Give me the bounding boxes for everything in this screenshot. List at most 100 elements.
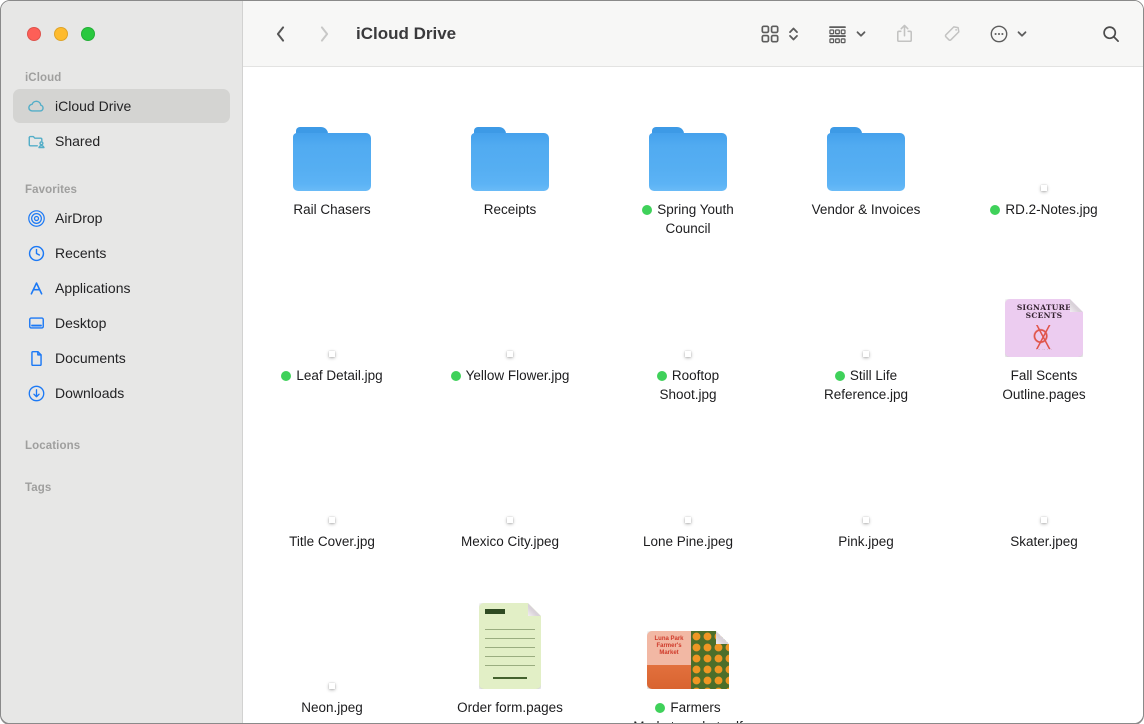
sidebar-item-label: Recents: [55, 245, 106, 261]
cloud-icon: [26, 96, 46, 116]
forward-button[interactable]: [311, 19, 337, 49]
file-thumbnail: [329, 259, 335, 357]
toolbar: iCloud Drive: [243, 1, 1143, 67]
sidebar-item-label: Desktop: [55, 315, 106, 331]
oranges-photo: [691, 631, 729, 689]
photo-frame: [1041, 517, 1047, 523]
file-item-leaf-detail-jpg[interactable]: Leaf Detail.jpg: [243, 259, 421, 425]
sidebar-section-header: Tags: [25, 482, 242, 494]
blue-folder-icon: [649, 127, 727, 191]
group-icon: [827, 24, 848, 44]
thumbnail-fineprint: ··· ·· ···: [1005, 348, 1083, 352]
view-options-button[interactable]: [760, 24, 800, 44]
folder-icon: [471, 93, 549, 191]
blue-folder-icon: [471, 127, 549, 191]
document-icon: [26, 348, 46, 368]
pdf-document-thumbnail: Luna Park Farmer's Market: [647, 631, 729, 689]
file-item-still-life-reference-jpg[interactable]: Still Life Reference.jpg: [777, 259, 955, 425]
blue-folder-icon: [827, 127, 905, 191]
file-item-fall-scents-outline-pages[interactable]: SIGNATURE SCENTS ··· ·· ··· Fall Scents Ou…: [955, 259, 1133, 425]
file-thumbnail: [329, 591, 335, 689]
traffic-lights: [1, 1, 242, 41]
file-label: Rail Chasers: [293, 200, 370, 219]
sync-status-dot: [451, 371, 461, 381]
file-label: Fall Scents Outline.pages: [984, 366, 1104, 404]
file-item-title-cover-jpg[interactable]: Title Cover.jpg: [243, 425, 421, 591]
file-label: Skater.jpeg: [1010, 532, 1078, 551]
file-item-lone-pine-jpeg[interactable]: Lone Pine.jpeg: [599, 425, 777, 591]
file-item-farmers-market-acket-pdf[interactable]: Luna Park Farmer's Market Farmers Market……: [599, 591, 777, 724]
sidebar-item-shared[interactable]: Shared: [13, 124, 230, 158]
file-item-skater-jpeg[interactable]: Skater.jpeg: [955, 425, 1133, 591]
window-title: iCloud Drive: [356, 24, 456, 44]
file-item-pink-jpeg[interactable]: Pink.jpeg: [777, 425, 955, 591]
airdrop-icon: [26, 208, 46, 228]
file-label: Spring Youth Council: [628, 200, 748, 238]
sidebar-item-label: iCloud Drive: [55, 98, 131, 114]
photo-frame: [507, 351, 513, 357]
file-label: Pink.jpeg: [838, 532, 894, 551]
file-thumbnail: [1041, 425, 1047, 523]
sidebar-item-downloads[interactable]: Downloads: [13, 376, 230, 410]
thumbnail-text: Luna Park Farmer's Market: [650, 636, 688, 657]
blue-folder-icon: [293, 127, 371, 191]
file-thumbnail: [479, 591, 541, 689]
file-label: Vendor & Invoices: [812, 200, 921, 219]
file-thumbnail: [863, 425, 869, 523]
file-item-yellow-flower-jpg[interactable]: Yellow Flower.jpg: [421, 259, 599, 425]
file-item-neon-jpeg[interactable]: Neon.jpeg: [243, 591, 421, 724]
tags-button[interactable]: [942, 24, 962, 44]
clock-icon: [26, 243, 46, 263]
search-icon: [1101, 24, 1121, 44]
thumbnail-text: SIGNATURE SCENTS: [1005, 304, 1083, 320]
applications-icon: [26, 278, 46, 298]
photo-frame: [685, 517, 691, 523]
sidebar: iCloudiCloud DriveSharedFavoritesAirDrop…: [1, 1, 243, 723]
file-label: Farmers Market…acket.pdf: [628, 698, 748, 724]
file-item-spring-youth-council[interactable]: Spring Youth Council: [599, 93, 777, 259]
sync-status-dot: [835, 371, 845, 381]
group-by-button[interactable]: [827, 24, 867, 44]
file-label: Yellow Flower.jpg: [451, 366, 570, 385]
back-button[interactable]: [267, 19, 293, 49]
photo-frame: [863, 517, 869, 523]
shared-folder-icon: [26, 131, 46, 151]
photo-frame: [685, 351, 691, 357]
file-item-order-form-pages[interactable]: Order form.pages: [421, 591, 599, 724]
minimize-button[interactable]: [54, 27, 68, 41]
file-item-receipts[interactable]: Receipts: [421, 93, 599, 259]
file-item-rail-chasers[interactable]: Rail Chasers: [243, 93, 421, 259]
search-button[interactable]: [1101, 24, 1121, 44]
sidebar-item-airdrop[interactable]: AirDrop: [13, 201, 230, 235]
chevron-down-icon: [855, 28, 867, 40]
desktop-icon: [26, 313, 46, 333]
sidebar-section-header: Locations: [25, 440, 242, 452]
file-thumbnail: [507, 259, 513, 357]
file-thumbnail: SIGNATURE SCENTS ··· ·· ···: [1005, 259, 1083, 357]
zoom-button[interactable]: [81, 27, 95, 41]
more-actions-button[interactable]: [989, 24, 1028, 44]
sidebar-item-recents[interactable]: Recents: [13, 236, 230, 270]
file-thumbnail: [1041, 93, 1047, 191]
file-item-rd-2-notes-jpg[interactable]: RD.2-Notes.jpg: [955, 93, 1133, 259]
sidebar-item-documents[interactable]: Documents: [13, 341, 230, 375]
sidebar-item-applications[interactable]: Applications: [13, 271, 230, 305]
file-label: Leaf Detail.jpg: [281, 366, 382, 385]
photo-frame: [329, 351, 335, 357]
sidebar-item-icloud-drive[interactable]: iCloud Drive: [13, 89, 230, 123]
sidebar-item-desktop[interactable]: Desktop: [13, 306, 230, 340]
file-label: Title Cover.jpg: [289, 532, 375, 551]
chevron-down-icon: [1016, 28, 1028, 40]
photo-frame: [329, 517, 335, 523]
file-label: Still Life Reference.jpg: [806, 366, 926, 404]
file-label: Receipts: [484, 200, 537, 219]
grid-view-icon: [760, 24, 780, 44]
file-label: Order form.pages: [457, 698, 563, 717]
sidebar-section-header: iCloud: [25, 72, 242, 84]
file-item-vendor-invoices[interactable]: Vendor & Invoices: [777, 93, 955, 259]
file-item-mexico-city-jpeg[interactable]: Mexico City.jpeg: [421, 425, 599, 591]
file-item-rooftop-shoot-jpg[interactable]: Rooftop Shoot.jpg: [599, 259, 777, 425]
close-button[interactable]: [27, 27, 41, 41]
share-button[interactable]: [894, 23, 915, 44]
more-icon: [989, 24, 1009, 44]
